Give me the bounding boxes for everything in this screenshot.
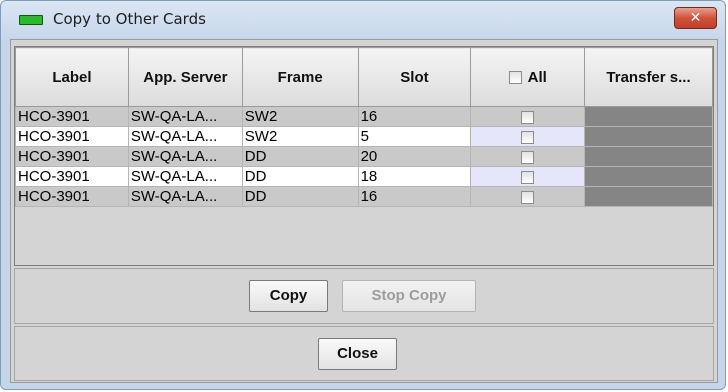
row-checkbox[interactable] (521, 170, 535, 184)
cell-select (470, 106, 586, 127)
cell-app-server: SW-QA-LA... (127, 106, 243, 127)
cell-select (470, 166, 586, 187)
cell-label: HCO-3901 (15, 106, 129, 127)
close-actions-panel: Close (14, 326, 714, 381)
table-row[interactable]: HCO-3901 SW-QA-LA... SW2 16 (15, 106, 713, 127)
all-label: All (527, 68, 547, 86)
row-checkbox[interactable] (521, 190, 535, 204)
cell-label: HCO-3901 (15, 126, 129, 147)
cell-transfer-status (584, 146, 713, 167)
copy-button[interactable]: Copy (249, 280, 328, 312)
cell-select (470, 126, 586, 147)
stop-copy-button[interactable]: Stop Copy (342, 280, 476, 312)
cell-app-server: SW-QA-LA... (127, 186, 243, 207)
cell-frame: DD (241, 186, 359, 207)
table-row[interactable]: HCO-3901 SW-QA-LA... DD 20 (15, 146, 713, 167)
row-checkbox[interactable] (521, 110, 535, 124)
row-checkbox[interactable] (521, 150, 535, 164)
copy-dialog: Copy to Other Cards ✕ Label App. Server … (0, 0, 726, 390)
card-icon (19, 15, 43, 25)
window-title: Copy to Other Cards (53, 10, 206, 28)
column-header-frame[interactable]: Frame (241, 47, 359, 107)
column-header-transfer-status[interactable]: Transfer s... (584, 47, 713, 107)
cell-app-server: SW-QA-LA... (127, 146, 243, 167)
cell-transfer-status (584, 166, 713, 187)
cards-table[interactable]: Label App. Server Frame Slot All Transfe… (14, 46, 714, 266)
column-header-all[interactable]: All (470, 47, 586, 107)
copy-actions-panel: Copy Stop Copy (14, 268, 714, 324)
cell-transfer-status (584, 106, 713, 127)
table-header-row: Label App. Server Frame Slot All Transfe… (15, 47, 713, 107)
cell-transfer-status (584, 126, 713, 147)
cell-select (470, 146, 586, 167)
cell-select (470, 186, 586, 207)
select-all-checkbox[interactable] (508, 70, 522, 84)
close-window-button[interactable]: ✕ (674, 7, 717, 29)
cell-frame: SW2 (241, 106, 359, 127)
cell-transfer-status (584, 186, 713, 207)
row-checkbox[interactable] (521, 130, 535, 144)
cell-label: HCO-3901 (15, 186, 129, 207)
cell-slot: 20 (357, 146, 472, 167)
column-header-slot[interactable]: Slot (357, 47, 472, 107)
cell-label: HCO-3901 (15, 166, 129, 187)
cell-slot: 5 (357, 126, 472, 147)
cell-slot: 16 (357, 186, 472, 207)
cell-slot: 18 (357, 166, 472, 187)
table-row[interactable]: HCO-3901 SW-QA-LA... DD 16 (15, 186, 713, 207)
cell-slot: 16 (357, 106, 472, 127)
table-row[interactable]: HCO-3901 SW-QA-LA... DD 18 (15, 166, 713, 187)
close-button[interactable]: Close (318, 338, 397, 370)
cell-label: HCO-3901 (15, 146, 129, 167)
cell-app-server: SW-QA-LA... (127, 166, 243, 187)
cell-app-server: SW-QA-LA... (127, 126, 243, 147)
cell-frame: DD (241, 146, 359, 167)
cell-frame: DD (241, 166, 359, 187)
table-row[interactable]: HCO-3901 SW-QA-LA... SW2 5 (15, 126, 713, 147)
column-header-app-server[interactable]: App. Server (127, 47, 243, 107)
title-bar[interactable]: Copy to Other Cards ✕ (1, 1, 725, 39)
column-header-label[interactable]: Label (15, 47, 129, 107)
cell-frame: SW2 (241, 126, 359, 147)
